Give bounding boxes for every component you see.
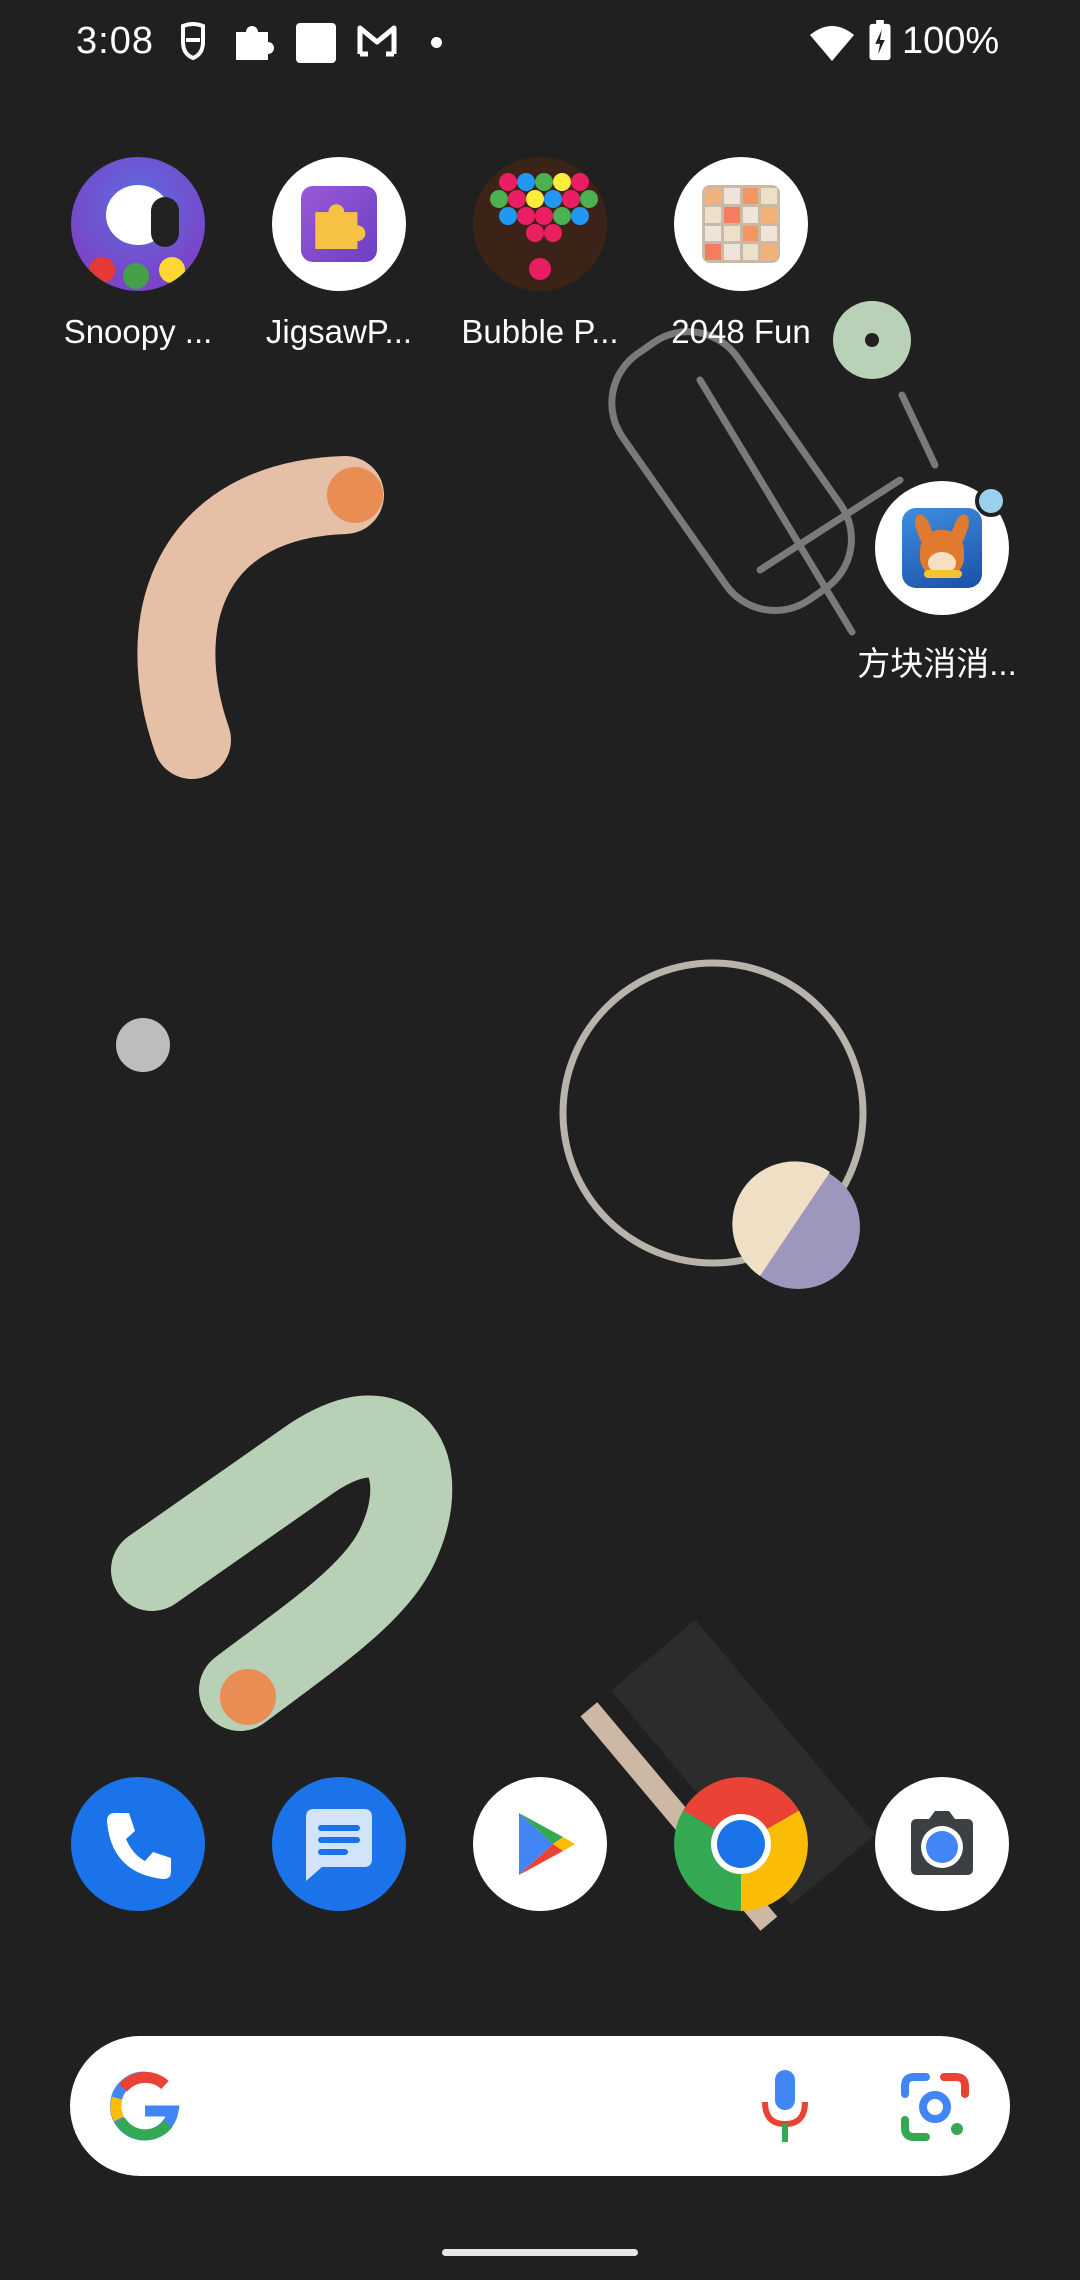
status-bar: 3:08 100% (0, 0, 1080, 90)
wifi-icon (810, 26, 854, 61)
green-ring-center-shape (865, 333, 879, 347)
gray-bar-outline-shape (608, 328, 855, 615)
battery-percent: 100% (902, 20, 1000, 62)
gesture-nav-handle[interactable] (442, 2249, 638, 2256)
play-store-icon[interactable] (473, 1777, 607, 1911)
microphone-icon[interactable] (760, 2070, 810, 2144)
chrome-icon[interactable] (674, 1777, 808, 1911)
bubble-shield-icon (181, 22, 205, 61)
app-bubble-pop[interactable]: Bubble P... (440, 157, 640, 351)
camera-icon[interactable] (875, 1777, 1009, 1911)
app-2048-fun[interactable]: 2048 Fun (641, 157, 841, 351)
clock: 3:08 (76, 20, 154, 62)
google-search-bar[interactable] (70, 2036, 1010, 2176)
gray-line-shape-3 (898, 391, 939, 469)
jigsaw-puzzle-app-icon (272, 157, 406, 291)
app-label: JigsawP... (265, 313, 413, 350)
notification-dot (975, 485, 1007, 517)
green-u-shape (111, 1395, 453, 1731)
phone-icon[interactable] (71, 1777, 205, 1911)
gray-dot-shape (116, 1018, 170, 1072)
google-lens-icon[interactable] (900, 2072, 970, 2142)
app-label: Snoopy ... (63, 313, 213, 350)
app-jigsaw-puzzle[interactable]: JigsawP... (239, 157, 439, 351)
app-snoopy[interactable]: Snoopy ... (38, 157, 238, 351)
square-icon (296, 23, 336, 63)
bubble-pop-app-icon (473, 157, 607, 291)
block-match-app-icon (875, 481, 1009, 615)
dot-icon (431, 37, 442, 48)
app-block-match[interactable]: 方块消消... (842, 481, 1042, 685)
app-label: Bubble P... (461, 313, 619, 350)
battery-charging-icon (869, 20, 891, 61)
messages-icon[interactable] (272, 1777, 406, 1911)
2048-app-icon (674, 157, 808, 291)
orange-dot-shape (327, 467, 383, 523)
app-label: 方块消消... (857, 645, 1017, 682)
app-label: 2048 Fun (671, 313, 811, 350)
orange-dot-shape-2 (220, 1669, 276, 1725)
puzzle-icon (236, 26, 274, 60)
peach-arc-shape (137, 456, 384, 779)
google-g-icon (110, 2071, 180, 2141)
gmail-icon (357, 25, 397, 57)
snoopy-app-icon (71, 157, 205, 291)
